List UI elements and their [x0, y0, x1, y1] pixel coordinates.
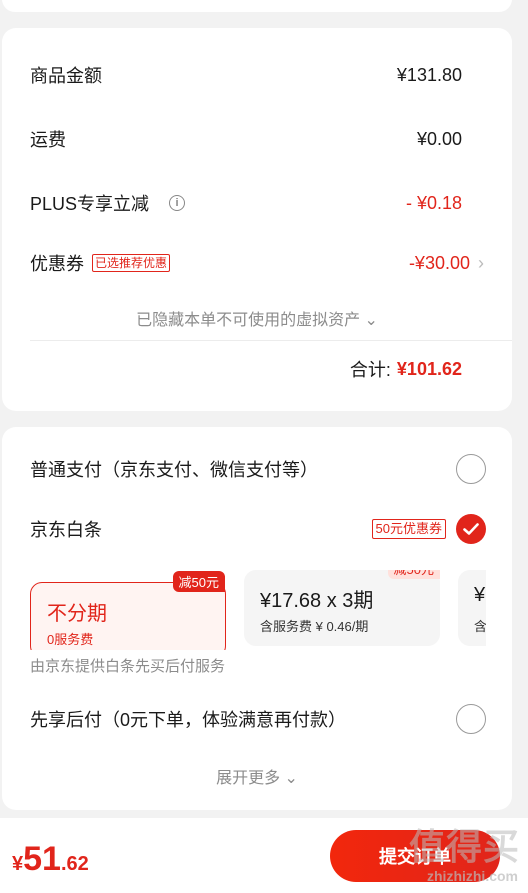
normal-payment-option[interactable]: 普通支付（京东支付、微信支付等）	[30, 453, 486, 485]
plus-discount-label: PLUS专享立减	[30, 194, 150, 214]
shipping-row: 运费 ¥0.00	[30, 124, 462, 154]
baitiao-label: 京东白条	[30, 520, 102, 540]
chevron-down-icon: ⌄	[284, 770, 298, 787]
plus-discount-value: - ¥0.18	[405, 192, 462, 213]
pay-later-label: 先享后付（0元下单，体验满意再付款）	[30, 710, 347, 730]
price-currency: ¥	[12, 853, 24, 875]
shipping-value: ¥0.00	[416, 128, 462, 149]
info-icon[interactable]: i	[169, 195, 186, 211]
coupon-value-wrap: -¥30.00 ›	[409, 253, 484, 274]
plan-subtitle: 0服务费	[47, 632, 94, 647]
baitiao-coupon-tag: 50元优惠券	[371, 519, 446, 539]
coupon-label: 优惠券	[30, 254, 84, 274]
chevron-down-icon: ⌄	[364, 312, 378, 329]
total-row: 合计: ¥101.62	[350, 356, 462, 382]
watermark-logo: 值得买	[408, 826, 520, 867]
plan-discount-badge: 减50元	[387, 570, 440, 579]
normal-payment-radio[interactable]	[456, 454, 486, 484]
baitiao-right: 50元优惠券	[371, 514, 486, 544]
price-integer: 51	[23, 840, 61, 878]
plan-subtitle: 含	[474, 619, 486, 634]
plan-3-installments[interactable]: 减50元 ¥17.68 x 3期 含服务费 ¥ 0.46/期	[244, 570, 440, 646]
baitiao-provider-note: 由京东提供白条先买后付服务	[30, 658, 226, 675]
plan-title: ¥17.68 x 3期	[260, 590, 374, 612]
baitiao-radio-checked[interactable]	[456, 514, 486, 544]
coupon-label-wrap: 优惠券 已选推荐优惠	[30, 250, 171, 276]
plus-discount-row: PLUS专享立减 i - ¥0.18	[30, 188, 462, 218]
baitiao-option[interactable]: 京东白条 50元优惠券	[30, 513, 486, 545]
goods-amount-value: ¥131.80	[396, 64, 462, 85]
order-summary-card: 商品金额 ¥131.80 运费 ¥0.00 PLUS专享立减 i - ¥0.18…	[2, 28, 512, 411]
hidden-assets-toggle[interactable]: 已隐藏本单不可使用的虚拟资产 ⌄	[2, 306, 512, 330]
coupon-value: -¥30.00	[408, 252, 470, 273]
plan-no-installment[interactable]: 减50元 不分期 0服务费	[30, 571, 226, 650]
plan-discount-badge: 减50元	[172, 571, 225, 592]
shipping-label: 运费	[30, 130, 66, 150]
payment-method-card: 普通支付（京东支付、微信支付等） 京东白条 50元优惠券 减50元 不分期 0服…	[2, 427, 512, 810]
expand-more-button[interactable]: 展开更多 ⌄	[2, 764, 512, 788]
payable-price: ¥ 51 .62	[12, 840, 89, 879]
plan-subtitle: 含服务费 ¥ 0.46/期	[260, 619, 369, 634]
plan-more-installments[interactable]: ¥ 含	[458, 570, 486, 646]
price-decimal: .62	[60, 853, 89, 875]
check-icon	[463, 523, 479, 535]
watermark-url: zhizhizhi.com	[427, 868, 518, 884]
plan-title: 不分期	[47, 603, 107, 625]
goods-amount-row: 商品金额 ¥131.80	[30, 60, 462, 90]
plan-title: ¥	[474, 584, 486, 606]
coupon-recommended-tag: 已选推荐优惠	[92, 254, 171, 272]
expand-more-label: 展开更多	[216, 770, 281, 787]
installment-plans: 减50元 不分期 0服务费 减50元 ¥17.68 x 3期 含服务费 ¥ 0.…	[30, 570, 486, 650]
divider	[30, 340, 512, 341]
normal-payment-label: 普通支付（京东支付、微信支付等）	[30, 460, 318, 480]
total-value: ¥101.62	[396, 358, 462, 379]
pay-later-radio[interactable]	[456, 704, 486, 734]
hidden-assets-note: 已隐藏本单不可使用的虚拟资产	[136, 312, 361, 329]
previous-card	[2, 0, 512, 12]
total-label: 合计:	[349, 360, 391, 380]
coupon-row[interactable]: 优惠券 已选推荐优惠 -¥30.00 ›	[30, 248, 484, 278]
goods-amount-label: 商品金额	[30, 66, 102, 86]
pay-later-option[interactable]: 先享后付（0元下单，体验满意再付款）	[30, 703, 486, 735]
chevron-right-icon: ›	[478, 252, 484, 273]
plus-discount-label-wrap: PLUS专享立减 i	[30, 190, 186, 216]
checkout-bar: ¥ 51 .62 提交订单 值得买 zhizhizhi.com	[0, 818, 528, 893]
